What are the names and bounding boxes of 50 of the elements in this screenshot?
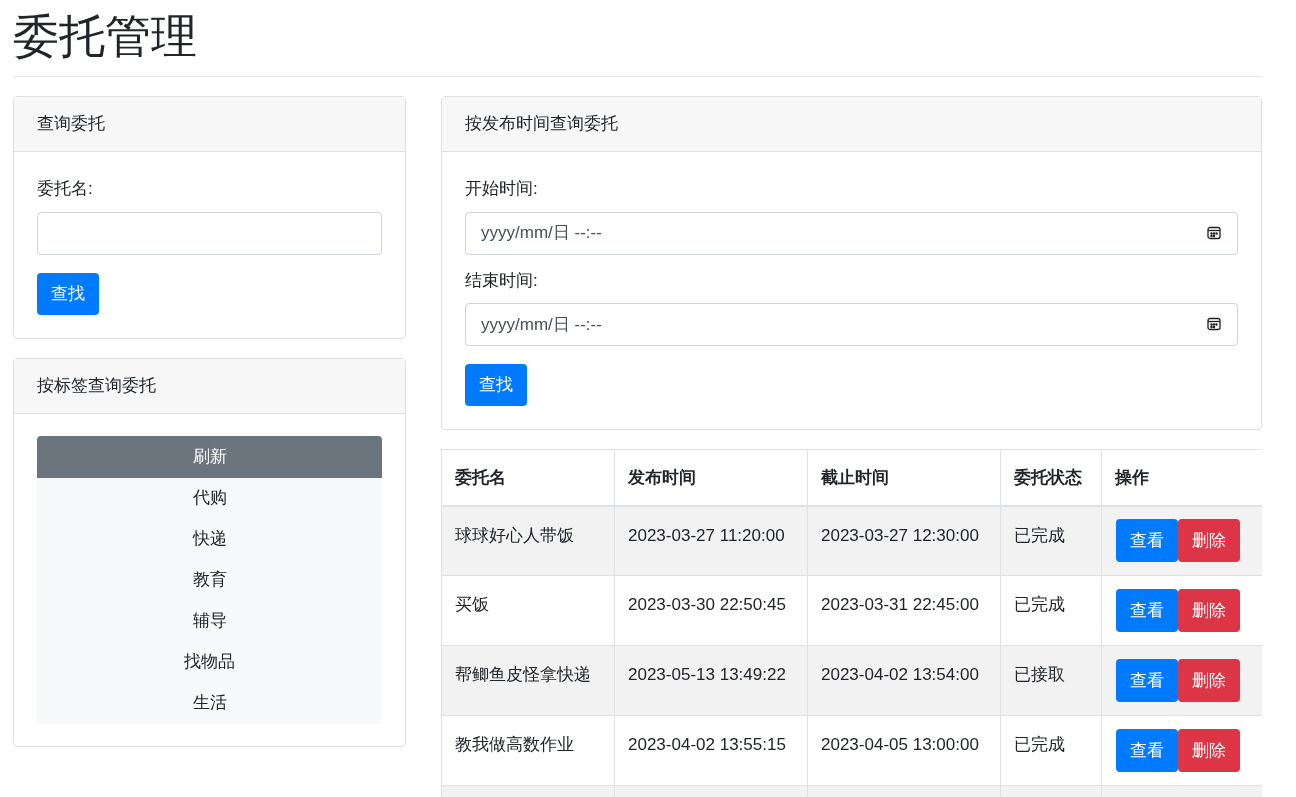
table-cell: 2023-03-27 11:20:00 [614,505,808,576]
table-cell: 2023-04-05 13:00:00 [807,715,1001,786]
datetime-field[interactable]: yyyy/mm/日 --:-- [465,211,1238,255]
column-header: 截止时间 [807,449,1001,506]
delete-button[interactable]: 删除 [1178,519,1240,563]
table-cell: 2023-04-02 13:55:15 [614,715,808,786]
delete-button[interactable]: 删除 [1178,729,1240,772]
column-header: 发布时间 [614,449,808,506]
column-header: 委托状态 [1000,449,1102,506]
column-header: 委托名 [441,449,615,506]
tag-list-item[interactable]: 生活 [37,682,382,724]
table-cell: 2023-03-30 22:50:45 [614,575,808,646]
table-cell: 2023-03-27 12:30:00 [807,505,1001,576]
card-header: 按发布时间查询委托 [442,97,1261,152]
table-cell: 球球好心人带饭 [441,505,615,576]
input-field[interactable] [37,211,382,255]
card-header: 按标签查询委托 [14,358,405,414]
tag-list-item[interactable]: 辅导 [37,600,382,642]
tag-list-item[interactable]: 代购 [37,477,382,519]
table-cell: 2023-04-02 13:54:00 [807,645,1001,716]
field-label: 开始时间: [465,178,539,200]
search-button[interactable]: 查找 [465,364,527,406]
table-cell: 帮鲫鱼皮怪拿快递 [441,645,615,716]
table-cell: 2023-05-13 13:49:22 [614,645,808,716]
tag-list-item[interactable]: 刷新 [37,435,382,478]
table-cell: 已接取 [1000,645,1102,716]
view-button[interactable]: 查看 [1116,519,1178,563]
view-button[interactable]: 查看 [1116,729,1178,772]
table-cell: 买饭 [441,575,615,646]
column-header: 操作 [1101,449,1262,506]
search-button[interactable]: 查找 [37,272,99,315]
card-header: 查询委托 [14,97,405,152]
field-label: 结束时间: [465,269,539,292]
delete-button[interactable]: 删除 [1178,659,1240,702]
page-title: 委托管理 [13,0,1262,77]
view-button[interactable]: 查看 [1116,659,1178,702]
tag-list-item[interactable]: 找物品 [37,641,382,683]
table-cell: 教我做高数作业 [441,715,615,786]
calendar-icon[interactable] [1206,224,1222,241]
table-cell: 已完成 [1000,575,1102,646]
datetime-field[interactable]: yyyy/mm/日 --:-- [465,303,1238,346]
tag-list-item[interactable]: 快递 [37,518,382,560]
calendar-icon[interactable] [1206,316,1222,332]
tag-list-item[interactable]: 教育 [37,559,382,601]
delete-button[interactable]: 删除 [1178,589,1240,632]
table-cell: 已完成 [1000,715,1102,786]
view-button[interactable]: 查看 [1116,589,1178,632]
table-cell: 已完成 [1000,505,1102,576]
table-cell: 2023-03-31 22:45:00 [807,575,1001,646]
field-label: 委托名: [37,178,94,200]
